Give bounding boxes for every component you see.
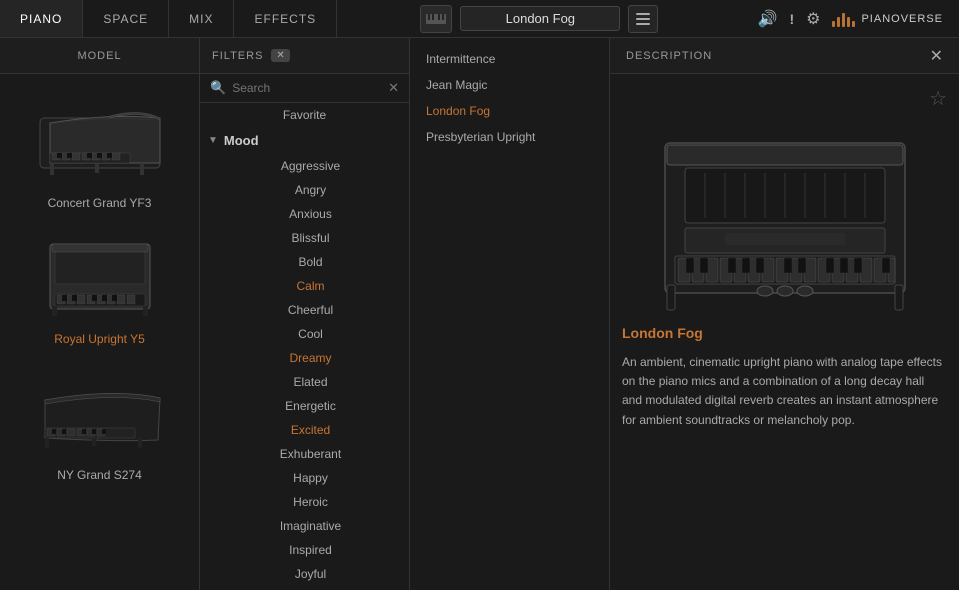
favorite-row: ☆ bbox=[622, 86, 947, 111]
filter-item-calm[interactable]: Calm bbox=[200, 274, 409, 298]
description-body-text: An ambient, cinematic upright piano with… bbox=[622, 353, 947, 430]
main-content: MODEL bbox=[0, 38, 959, 590]
result-item-intermittence[interactable]: Intermittence bbox=[410, 46, 609, 72]
filter-item-imaginative[interactable]: Imaginative bbox=[200, 514, 409, 538]
concert-grand-svg bbox=[30, 98, 170, 183]
description-close-button[interactable]: ✕ bbox=[930, 46, 943, 66]
filter-item-happy[interactable]: Happy bbox=[200, 466, 409, 490]
filter-search-bar: 🔍 ✕ bbox=[200, 74, 409, 103]
filter-item-heroic[interactable]: Heroic bbox=[200, 490, 409, 514]
model-panel-header: MODEL bbox=[0, 38, 199, 74]
filter-section-mood[interactable]: ▼ Mood bbox=[200, 127, 409, 154]
nav-center: London Fog bbox=[337, 5, 741, 33]
filter-item-elated[interactable]: Elated bbox=[200, 370, 409, 394]
search-icon: 🔍 bbox=[210, 80, 226, 96]
preset-menu-button[interactable] bbox=[628, 5, 658, 33]
settings-icon[interactable]: ⚙ bbox=[806, 9, 820, 29]
filter-item-cool[interactable]: Cool bbox=[200, 322, 409, 346]
model-name: Concert Grand YF3 bbox=[48, 196, 152, 210]
filter-item-blissful[interactable]: Blissful bbox=[200, 226, 409, 250]
model-list: Concert Grand YF3 bbox=[0, 74, 199, 590]
filter-item-exhuberant[interactable]: Exhuberant bbox=[200, 442, 409, 466]
description-header: DESCRIPTION ✕ bbox=[610, 38, 959, 74]
results-panel: Intermittence Jean Magic London Fog Pres… bbox=[410, 38, 610, 590]
top-nav: PIANO SPACE MIX EFFECTS London Fog 🔊 ! ⚙ bbox=[0, 0, 959, 38]
favorite-star-button[interactable]: ☆ bbox=[929, 86, 947, 111]
search-clear-button[interactable]: ✕ bbox=[388, 80, 399, 96]
chevron-down-icon: ▼ bbox=[208, 135, 218, 146]
result-item-london-fog[interactable]: London Fog bbox=[410, 98, 609, 124]
nav-tab-space[interactable]: SPACE bbox=[83, 0, 169, 37]
preset-thumbnail bbox=[420, 5, 452, 33]
filter-item-lively[interactable]: Lively bbox=[200, 586, 409, 590]
nav-tab-effects[interactable]: EFFECTS bbox=[234, 0, 337, 37]
brand-logo: PIANOVERSE bbox=[832, 11, 943, 27]
ny-grand-svg bbox=[30, 370, 170, 455]
model-item[interactable]: NY Grand S274 bbox=[0, 354, 199, 490]
model-name: NY Grand S274 bbox=[57, 468, 142, 482]
filters-panel: FILTERS ✕ 🔍 ✕ Favorite ▼ Mood Aggressive… bbox=[200, 38, 410, 590]
filters-clear-button[interactable]: ✕ bbox=[271, 49, 289, 62]
filter-search-input[interactable] bbox=[232, 81, 382, 95]
model-thumbnail bbox=[20, 362, 180, 462]
filter-item-anxious[interactable]: Anxious bbox=[200, 202, 409, 226]
model-name: Royal Upright Y5 bbox=[54, 332, 145, 346]
nav-tab-piano[interactable]: PIANO bbox=[0, 0, 83, 37]
alert-icon[interactable]: ! bbox=[789, 11, 794, 27]
model-item[interactable]: Royal Upright Y5 bbox=[0, 218, 199, 354]
description-content: ☆ bbox=[610, 74, 959, 590]
filter-item-excited[interactable]: Excited bbox=[200, 418, 409, 442]
filter-list: Favorite ▼ Mood Aggressive Angry Anxious… bbox=[200, 103, 409, 590]
nav-right-icons: 🔊 ! ⚙ PIANOVERSE bbox=[742, 9, 959, 29]
filter-item-joyful[interactable]: Joyful bbox=[200, 562, 409, 586]
filter-item-bold[interactable]: Bold bbox=[200, 250, 409, 274]
model-item[interactable]: Concert Grand YF3 bbox=[0, 82, 199, 218]
filter-item-angry[interactable]: Angry bbox=[200, 178, 409, 202]
result-item-presbyterian-upright[interactable]: Presbyterian Upright bbox=[410, 124, 609, 150]
model-thumbnail bbox=[20, 90, 180, 190]
upright-piano-svg bbox=[30, 234, 170, 319]
description-panel: DESCRIPTION ✕ ☆ bbox=[610, 38, 959, 590]
speaker-icon[interactable]: 🔊 bbox=[758, 9, 778, 29]
filter-item-aggressive[interactable]: Aggressive bbox=[200, 154, 409, 178]
nav-tab-mix[interactable]: MIX bbox=[169, 0, 234, 37]
filter-item-dreamy[interactable]: Dreamy bbox=[200, 346, 409, 370]
filter-item-inspired[interactable]: Inspired bbox=[200, 538, 409, 562]
filters-header: FILTERS ✕ bbox=[200, 38, 409, 74]
model-panel: MODEL bbox=[0, 38, 200, 590]
preset-name: London Fog bbox=[460, 6, 620, 31]
brand-bars-icon bbox=[832, 11, 855, 27]
model-thumbnail bbox=[20, 226, 180, 326]
description-title: London Fog bbox=[622, 325, 947, 341]
filter-favorite[interactable]: Favorite bbox=[200, 103, 409, 127]
result-item-jean-magic[interactable]: Jean Magic bbox=[410, 72, 609, 98]
description-piano-image bbox=[622, 123, 947, 313]
filter-item-energetic[interactable]: Energetic bbox=[200, 394, 409, 418]
filter-item-cheerful[interactable]: Cheerful bbox=[200, 298, 409, 322]
